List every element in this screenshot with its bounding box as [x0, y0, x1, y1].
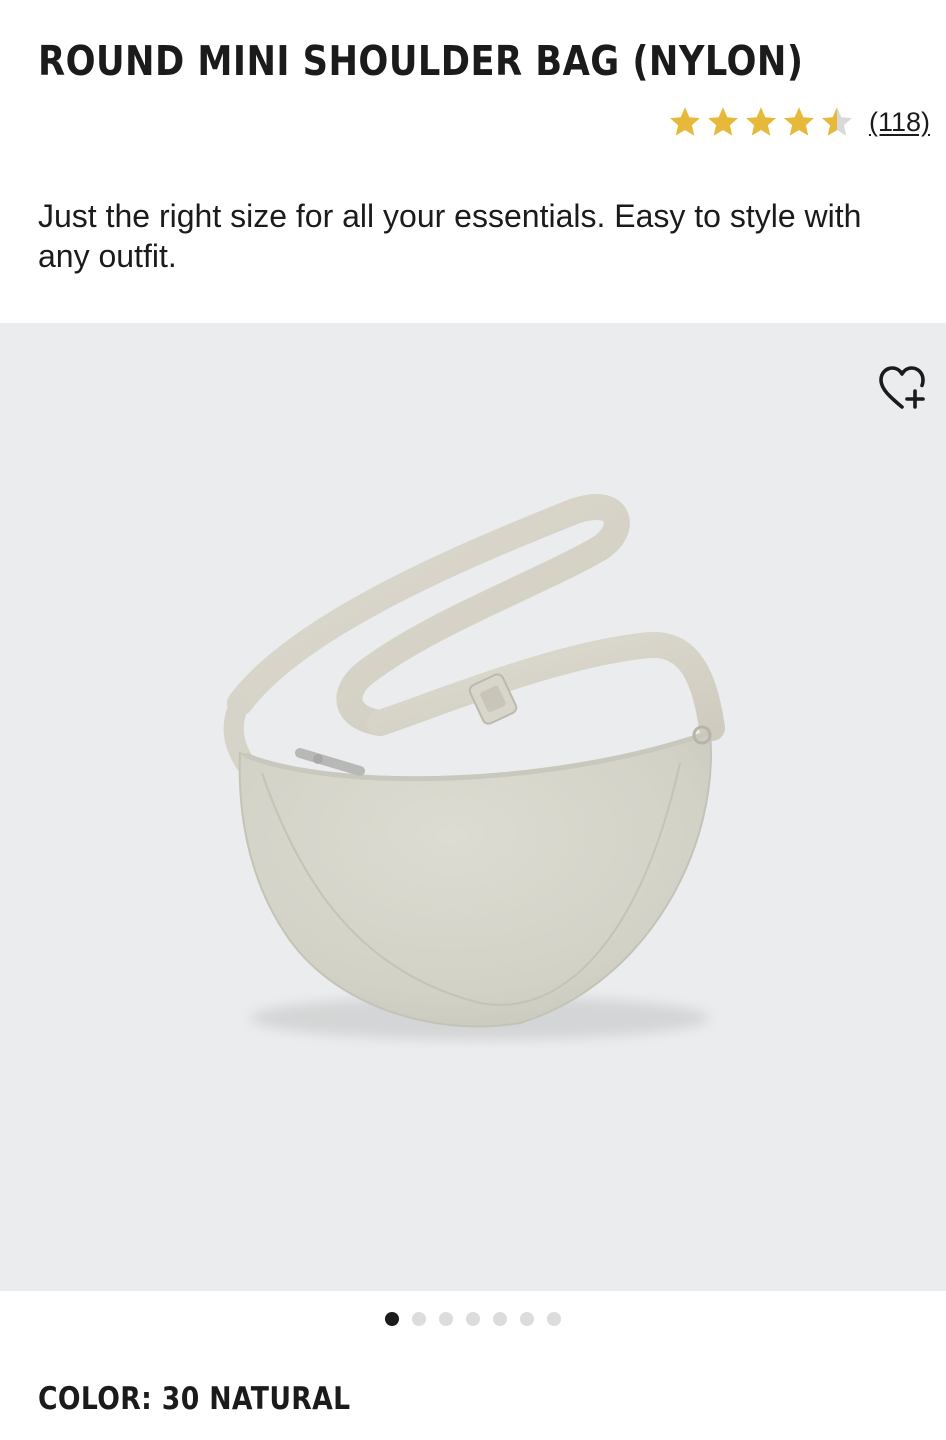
star-icon: [669, 107, 700, 136]
product-image: [223, 494, 725, 1040]
pagination-dot[interactable]: [493, 1312, 507, 1326]
half-star-icon: [821, 107, 852, 136]
heart-plus-icon: [879, 366, 925, 409]
product-description: Just the right size for all your essenti…: [38, 198, 862, 274]
gallery-pagination: [0, 1311, 946, 1327]
pagination-dot[interactable]: [466, 1312, 480, 1326]
review-count-link[interactable]: (118): [869, 107, 930, 138]
star-icon: [707, 107, 738, 136]
wishlist-button[interactable]: [872, 359, 932, 419]
rating-row: (118): [667, 100, 930, 144]
star-icon: [783, 107, 814, 136]
pagination-dot[interactable]: [547, 1312, 561, 1326]
pagination-dot[interactable]: [439, 1312, 453, 1326]
pagination-dot[interactable]: [520, 1312, 534, 1326]
product-title: ROUND MINI SHOULDER BAG (NYLON): [38, 37, 804, 85]
star-icon: [745, 107, 776, 136]
selected-color-label: COLOR: 30 NATURAL: [38, 1381, 351, 1417]
star-rating: [667, 104, 855, 140]
product-image-gallery[interactable]: [0, 323, 946, 1291]
pagination-dot[interactable]: [412, 1312, 426, 1326]
pagination-dot[interactable]: [385, 1312, 399, 1326]
